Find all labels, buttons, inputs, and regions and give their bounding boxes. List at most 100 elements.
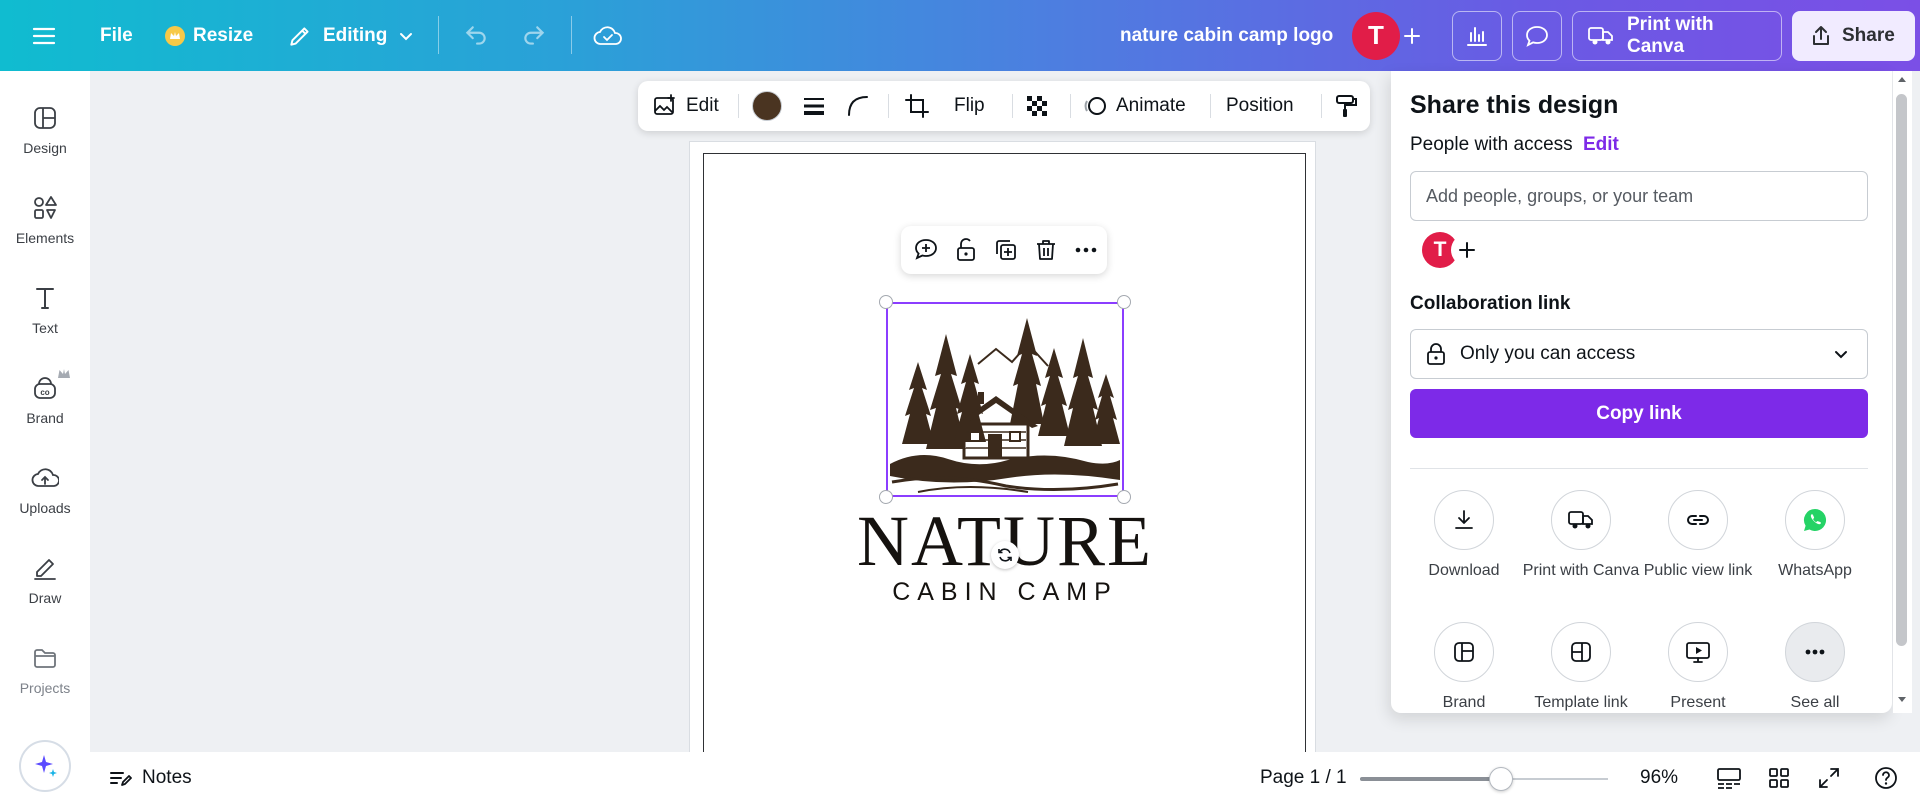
print-with-canva-button[interactable]: Print with Canva bbox=[1572, 0, 1782, 71]
share-option-template-link[interactable]: Template link bbox=[1521, 622, 1641, 712]
share-option-brand[interactable]: Brand bbox=[1404, 622, 1524, 712]
pages-view-button[interactable] bbox=[1716, 752, 1742, 804]
flip-button[interactable]: Flip bbox=[954, 81, 985, 131]
share-option-label: Download bbox=[1428, 562, 1500, 579]
draw-icon bbox=[31, 554, 59, 582]
bar-chart-icon bbox=[1452, 10, 1502, 61]
download-icon bbox=[1434, 490, 1494, 550]
more-options-button[interactable] bbox=[1072, 236, 1100, 264]
delete-button[interactable] bbox=[1032, 236, 1060, 264]
share-option-present[interactable]: Present bbox=[1638, 622, 1758, 712]
cloud-save-status[interactable] bbox=[584, 0, 632, 71]
corner-rounding-button[interactable] bbox=[845, 81, 871, 131]
help-button[interactable] bbox=[1873, 752, 1899, 804]
divider bbox=[888, 94, 889, 118]
more-icon bbox=[1785, 622, 1845, 682]
chevron-down-icon bbox=[1831, 344, 1851, 364]
sidebar-item-label: Brand bbox=[26, 410, 64, 426]
share-option-download[interactable]: Download bbox=[1404, 490, 1524, 580]
sidebar-item-design[interactable]: Design bbox=[0, 90, 90, 170]
share-option-public-link[interactable]: Public view link bbox=[1638, 490, 1758, 580]
grid-view-button[interactable] bbox=[1767, 752, 1791, 804]
truck-icon bbox=[1587, 25, 1615, 47]
elements-icon bbox=[31, 194, 59, 222]
crop-button[interactable] bbox=[904, 81, 930, 131]
expand-icon bbox=[1817, 766, 1841, 790]
redo-button[interactable] bbox=[510, 0, 558, 71]
copy-link-button[interactable]: Copy link bbox=[1410, 389, 1868, 438]
add-people-input[interactable]: Add people, groups, or your team bbox=[1410, 171, 1868, 221]
sidebar-item-label: Uploads bbox=[19, 500, 71, 516]
color-swatch-button[interactable] bbox=[752, 81, 782, 131]
print-label: Print with Canva bbox=[1627, 13, 1714, 57]
link-access-select[interactable]: Only you can access bbox=[1410, 329, 1868, 379]
sidebar-item-label: Elements bbox=[15, 230, 75, 246]
resize-handle-top-right[interactable] bbox=[1117, 295, 1131, 309]
menu-button[interactable] bbox=[20, 0, 68, 71]
projects-icon bbox=[31, 644, 59, 672]
zoom-percentage[interactable]: 96% bbox=[1640, 752, 1678, 804]
color-swatch bbox=[752, 91, 782, 121]
text-icon bbox=[31, 284, 59, 312]
corner-icon bbox=[845, 93, 871, 119]
share-option-see-all[interactable]: See all bbox=[1755, 622, 1875, 712]
sidebar-item-label: Projects bbox=[19, 680, 71, 696]
edit-image-button[interactable]: Edit bbox=[652, 81, 719, 131]
resize-button[interactable]: Resize bbox=[165, 0, 253, 71]
transparency-button[interactable] bbox=[1024, 81, 1050, 131]
comment-icon bbox=[1512, 10, 1562, 61]
border-style-button[interactable] bbox=[801, 81, 827, 131]
page-indicator[interactable]: Page 1 / 1 bbox=[1260, 752, 1347, 804]
undo-button[interactable] bbox=[452, 0, 500, 71]
edit-access-link[interactable]: Edit bbox=[1583, 134, 1619, 156]
sidebar-item-projects[interactable]: Projects bbox=[0, 630, 90, 710]
collaboration-link-label: Collaboration link bbox=[1410, 293, 1571, 314]
sidebar-item-uploads[interactable]: Uploads bbox=[0, 450, 90, 530]
editing-mode-dropdown[interactable]: Editing bbox=[287, 0, 415, 71]
sidebar-item-text[interactable]: Text bbox=[0, 270, 90, 350]
editing-label: Editing bbox=[323, 24, 388, 46]
copy-style-button[interactable] bbox=[1333, 81, 1359, 131]
magic-assistant-button[interactable] bbox=[19, 740, 71, 792]
file-menu[interactable]: File bbox=[100, 0, 133, 71]
fullscreen-button[interactable] bbox=[1817, 752, 1841, 804]
rotate-icon bbox=[996, 546, 1014, 564]
more-horizontal-icon bbox=[1073, 237, 1099, 263]
scrollbar-thumb[interactable] bbox=[1896, 94, 1907, 646]
comments-button[interactable] bbox=[1512, 0, 1562, 71]
notes-button[interactable]: Notes bbox=[108, 752, 192, 804]
add-person-button[interactable] bbox=[1451, 234, 1483, 266]
resize-handle-top-left[interactable] bbox=[879, 295, 893, 309]
logo-subtitle-text[interactable]: CABIN CAMP bbox=[840, 578, 1170, 607]
share-button[interactable]: Share bbox=[1792, 0, 1915, 71]
resize-label: Resize bbox=[193, 24, 254, 46]
scroll-up-arrow[interactable] bbox=[1896, 74, 1908, 84]
position-button[interactable]: Position bbox=[1226, 81, 1294, 131]
document-title[interactable]: nature cabin camp logo bbox=[1120, 0, 1333, 71]
share-option-whatsapp[interactable]: WhatsApp bbox=[1755, 490, 1875, 580]
sidebar-item-brand[interactable]: co Brand bbox=[0, 360, 90, 440]
sidebar-item-draw[interactable]: Draw bbox=[0, 540, 90, 620]
crown-icon bbox=[57, 368, 71, 380]
cloud-check-icon bbox=[584, 12, 632, 60]
lock-button[interactable] bbox=[952, 236, 980, 264]
element-quick-actions bbox=[901, 226, 1107, 274]
share-option-print[interactable]: Print with Canva bbox=[1521, 490, 1641, 580]
add-comment-button[interactable] bbox=[912, 236, 940, 264]
animate-button[interactable]: Animate bbox=[1082, 81, 1186, 131]
line-weight-icon bbox=[801, 93, 827, 119]
people-access-label: People with access bbox=[1410, 134, 1573, 155]
scroll-down-arrow[interactable] bbox=[1896, 695, 1908, 705]
rotate-handle[interactable] bbox=[991, 541, 1019, 569]
edit-image-icon bbox=[652, 93, 678, 119]
sidebar-item-elements[interactable]: Elements bbox=[0, 180, 90, 260]
insights-button[interactable] bbox=[1452, 0, 1502, 71]
share-option-label: Print with Canva bbox=[1522, 562, 1640, 579]
add-collaborator-button[interactable] bbox=[1393, 0, 1431, 71]
truck-icon bbox=[1551, 490, 1611, 550]
duplicate-button[interactable] bbox=[992, 236, 1020, 264]
share-option-label: Brand bbox=[1442, 694, 1486, 711]
notes-label: Notes bbox=[142, 767, 192, 788]
lock-icon bbox=[1424, 342, 1448, 366]
sidebar-item-label: Text bbox=[32, 320, 58, 336]
